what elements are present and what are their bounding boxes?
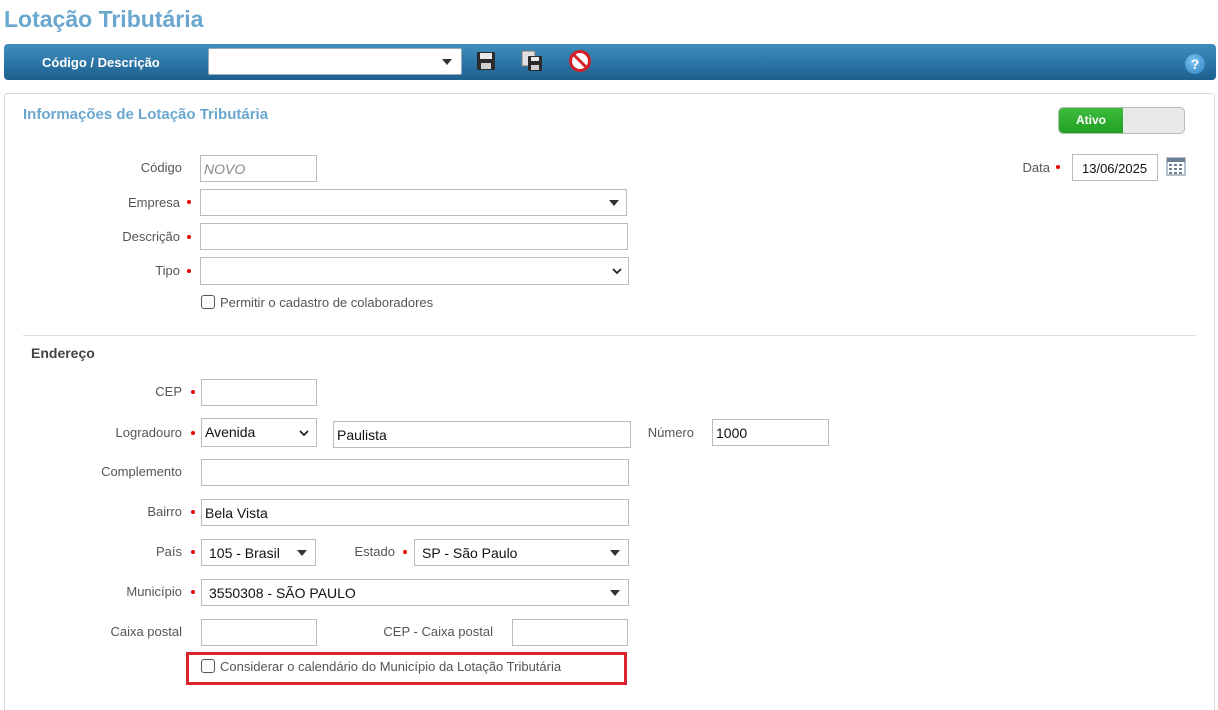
logradouro-label: Logradouro [115,425,183,440]
estado-label: Estado [354,544,395,559]
required-marker [191,431,195,435]
status-toggle[interactable]: Ativo [1058,107,1185,134]
tipo-select[interactable] [200,257,629,285]
numero-field[interactable]: 1000 [712,419,829,446]
complemento-field[interactable] [201,459,629,486]
required-marker [187,235,191,239]
help-icon[interactable]: ? [1185,54,1205,74]
cep-caixa-postal-field[interactable] [512,619,628,646]
cancel-icon[interactable] [568,49,592,73]
pais-select[interactable]: 105 - Brasil [201,539,316,566]
dropdown-arrow-icon [297,550,307,556]
codigo-label: Código [140,160,182,175]
cep-field[interactable] [201,379,317,406]
section-title: Informações de Lotação Tributária [23,106,269,123]
data-field[interactable]: 13/06/2025 [1072,154,1158,181]
municipio-select[interactable]: 3550308 - SÃO PAULO [201,579,629,606]
caixa-postal-label: Caixa postal [110,624,182,639]
codigo-descricao-select[interactable] [208,48,462,75]
required-marker [191,510,195,514]
cep-label: CEP [155,384,182,399]
section-divider [23,335,1196,336]
logradouro-tipo-select[interactable]: Avenida [201,418,317,447]
toolbar [4,44,1216,80]
highlight-box [186,652,627,685]
required-marker [187,200,191,204]
dropdown-arrow-icon [610,590,620,596]
bairro-label: Bairro [147,504,182,519]
descricao-field[interactable] [200,223,628,250]
pais-label: País [155,544,182,559]
numero-label: Número [647,425,694,440]
page-title: Lotação Tributária [4,6,204,32]
form-panel [4,93,1215,710]
complemento-label: Complemento [101,464,182,479]
save-as-icon[interactable] [520,49,544,73]
cep-caixa-postal-label: CEP - Caixa postal [383,624,493,639]
permitir-cadastro-label: Permitir o cadastro de colaboradores [220,295,434,310]
dropdown-arrow-icon [609,200,619,206]
chevron-down-icon [612,268,622,275]
required-marker [1056,165,1060,169]
endereco-heading: Endereço [31,345,95,361]
required-marker [187,269,191,273]
data-label: Data [1022,160,1050,175]
toolbar-search-label: Código / Descrição [42,55,160,70]
calendar-icon[interactable] [1166,157,1186,176]
required-marker [191,550,195,554]
municipio-label: Município [126,584,182,599]
required-marker [191,590,195,594]
empresa-label: Empresa [127,195,180,210]
tipo-label: Tipo [155,263,180,278]
permitir-cadastro-checkbox[interactable] [201,295,215,309]
chevron-down-icon [299,430,309,437]
codigo-field[interactable]: NOVO [200,155,317,182]
required-marker [403,550,407,554]
status-toggle-label: Ativo [1059,108,1123,133]
dropdown-arrow-icon [442,59,452,65]
logradouro-field[interactable]: Paulista [333,421,631,448]
dropdown-arrow-icon [610,550,620,556]
empresa-select[interactable] [200,189,627,216]
descricao-label: Descrição [122,229,180,244]
required-marker [191,390,195,394]
caixa-postal-field[interactable] [201,619,317,646]
estado-select[interactable]: SP - São Paulo [414,539,629,566]
bairro-field[interactable]: Bela Vista [201,499,629,526]
save-icon[interactable] [474,49,498,73]
